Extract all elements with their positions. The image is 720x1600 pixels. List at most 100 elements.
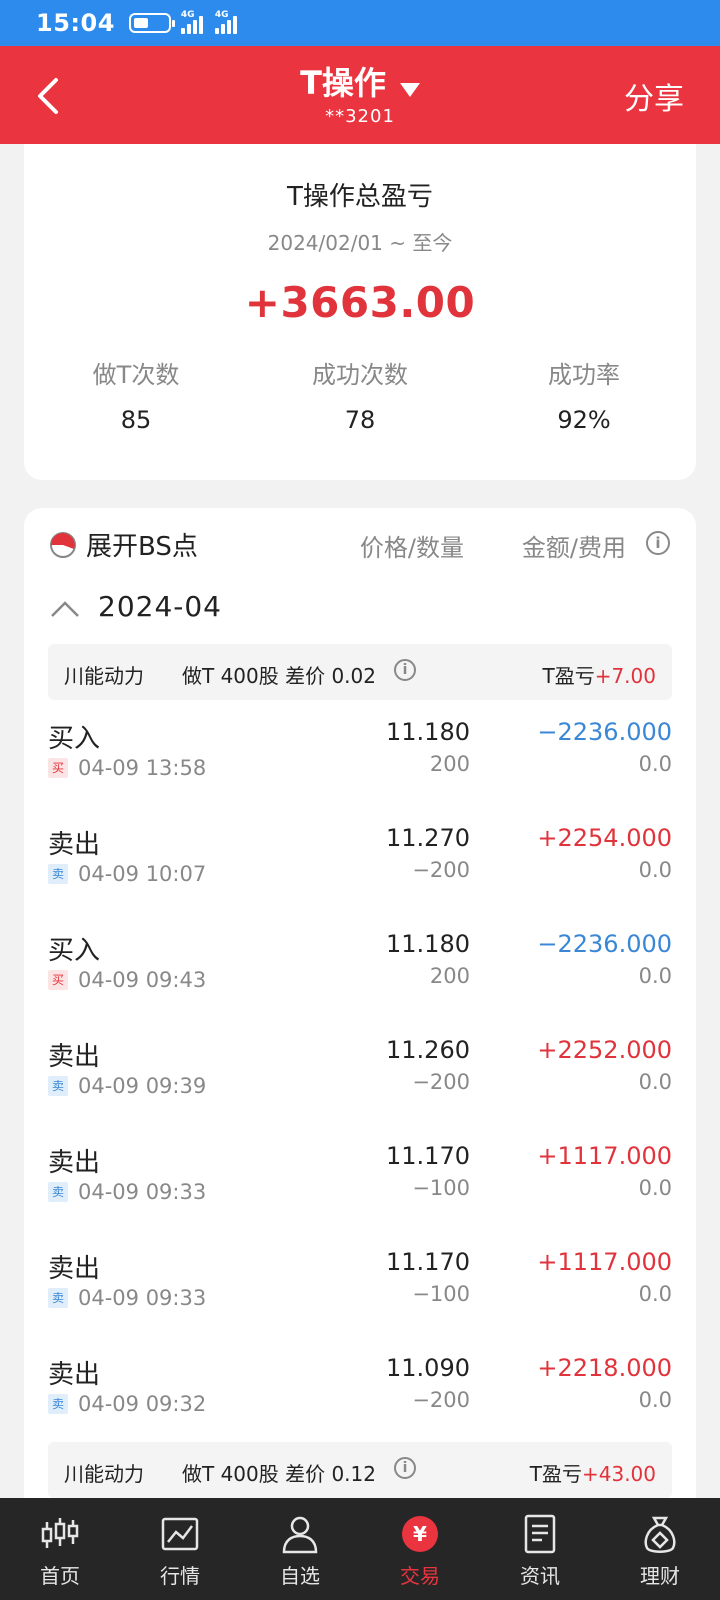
nav-label: 资讯: [520, 1564, 560, 1588]
trade-row[interactable]: 买入买 04-09 09:43 11.180 200 −2236.000 0.0: [24, 912, 696, 1018]
column-amount-fee: 金额/费用: [521, 534, 626, 562]
status-time: 15:04: [36, 9, 115, 37]
trade-action: 买入: [48, 936, 101, 966]
summary-title: T操作总盈亏: [287, 182, 433, 212]
column-price-qty: 价格/数量: [359, 534, 464, 562]
signal-icon-2: 4G: [214, 10, 239, 34]
trade-row[interactable]: 买入买 04-09 13:58 11.180 200 −2236.000 0.0: [24, 700, 696, 806]
trade-action: 卖出: [48, 1360, 101, 1390]
stat-label: 成功率: [548, 361, 620, 389]
person-icon: [282, 1516, 318, 1554]
nav-news[interactable]: 资讯: [480, 1498, 600, 1600]
stat-success-count: 成功次数 78: [248, 355, 472, 434]
trade-amount: +2252.000: [537, 1036, 672, 1064]
trade-amount: −2236.000: [537, 718, 672, 746]
trade-quantity: −200: [412, 1388, 470, 1412]
sell-badge: 卖: [48, 1394, 68, 1414]
trade-amount: +1117.000: [537, 1142, 672, 1170]
status-bar: 15:04 4G 4G: [0, 0, 720, 46]
yuan-icon: ¥: [402, 1516, 438, 1552]
trade-amount: +2254.000: [537, 824, 672, 852]
trade-fee: 0.0: [638, 964, 672, 988]
month-group-header[interactable]: 2024-04: [24, 578, 696, 644]
t-pnl: T盈亏+43.00: [530, 1458, 656, 1487]
candlestick-icon: [41, 1518, 79, 1548]
chart-icon: [161, 1517, 199, 1551]
expand-bs-toggle[interactable]: 展开BS点: [48, 526, 198, 563]
trade-quantity: −100: [412, 1176, 470, 1200]
stat-label: 做T次数: [92, 361, 180, 389]
trade-time: 04-09 09:32: [78, 1392, 207, 1416]
stat-label: 成功次数: [312, 361, 408, 389]
money-bag-icon: [644, 1516, 676, 1553]
share-button[interactable]: 分享: [624, 74, 684, 118]
nav-market[interactable]: 行情: [120, 1498, 240, 1600]
trade-row[interactable]: 卖出卖 04-09 10:07 11.270 −200 +2254.000 0.0: [24, 806, 696, 912]
trade-fee: 0.0: [638, 752, 672, 776]
trade-detail-card: 展开BS点 价格/数量 金额/费用 i 2024-04 川能动力 做T 400股…: [24, 508, 696, 1508]
info-icon[interactable]: i: [646, 531, 670, 555]
stat-value: 92%: [557, 406, 611, 434]
total-pnl: +3663.00: [244, 278, 476, 327]
stat-success-rate: 成功率 92%: [472, 355, 696, 434]
trade-price: 11.260: [386, 1036, 470, 1064]
trade-price: 11.180: [386, 718, 470, 746]
trade-row[interactable]: 卖出卖 04-09 09:33 11.170 −100 +1117.000 0.0: [24, 1230, 696, 1336]
t-pnl-value: +43.00: [581, 1462, 656, 1486]
trade-row[interactable]: 卖出卖 04-09 09:32 11.090 −200 +2218.000 0.0: [24, 1336, 696, 1442]
sell-badge: 卖: [48, 864, 68, 884]
trade-time: 04-09 09:33: [78, 1180, 207, 1204]
account-number: **3201: [325, 106, 395, 127]
network-type-1: 4G: [180, 10, 195, 20]
stock-name: 川能动力: [64, 664, 144, 688]
trade-fee: 0.0: [638, 1176, 672, 1200]
stock-name: 川能动力: [64, 1462, 144, 1486]
stat-value: 85: [120, 406, 152, 434]
trade-amount: +1117.000: [537, 1248, 672, 1276]
nav-wealth[interactable]: 理财: [600, 1498, 720, 1600]
t-pnl-label: T盈亏: [542, 664, 595, 688]
trade-time: 04-09 10:07: [78, 862, 207, 886]
sell-badge: 卖: [48, 1288, 68, 1308]
trade-action: 卖出: [48, 830, 101, 860]
trade-price: 11.090: [386, 1354, 470, 1382]
trade-price: 11.270: [386, 824, 470, 852]
column-header: 展开BS点 价格/数量 金额/费用 i: [24, 508, 696, 578]
trade-quantity: −200: [412, 1070, 470, 1094]
caret-down-icon: [399, 82, 420, 97]
t-description: 做T 400股 差价 0.12: [182, 1462, 376, 1486]
trade-fee: 0.0: [638, 1282, 672, 1306]
t-pnl: T盈亏+7.00: [542, 660, 656, 689]
trade-quantity: −200: [412, 858, 470, 882]
trade-time: 04-09 09:39: [78, 1074, 207, 1098]
trade-price: 11.180: [386, 930, 470, 958]
t-pnl-value: +7.00: [594, 664, 656, 688]
trade-row[interactable]: 卖出卖 04-09 09:33 11.170 −100 +1117.000 0.0: [24, 1124, 696, 1230]
page-title: T操作: [300, 64, 386, 102]
trade-time: 04-09 09:43: [78, 968, 207, 992]
signal-icon: 4G: [180, 10, 205, 34]
stock-group-summary: 川能动力 做T 400股 差价 0.02 i T盈亏+7.00: [48, 644, 672, 700]
t-description: 做T 400股 差价 0.02: [182, 664, 376, 688]
svg-text:¥: ¥: [413, 1522, 427, 1546]
expand-bs-label: 展开BS点: [86, 532, 198, 562]
nav-label: 交易: [400, 1564, 440, 1588]
date-range[interactable]: 2024/02/01 ~ 至今: [24, 227, 696, 256]
buy-badge: 买: [48, 758, 68, 778]
trade-time: 04-09 09:33: [78, 1286, 207, 1310]
stat-t-count: 做T次数 85: [24, 355, 248, 434]
trade-row[interactable]: 卖出卖 04-09 09:39 11.260 −200 +2252.000 0.0: [24, 1018, 696, 1124]
nav-home[interactable]: 首页: [0, 1498, 120, 1600]
nav-watchlist[interactable]: 自选: [240, 1498, 360, 1600]
trade-action: 卖出: [48, 1254, 101, 1284]
trade-quantity: 200: [429, 752, 470, 776]
info-icon[interactable]: i: [394, 1457, 416, 1479]
trade-fee: 0.0: [638, 1388, 672, 1412]
nav-label: 理财: [640, 1564, 680, 1588]
stat-value: 78: [344, 406, 376, 434]
nav-trade[interactable]: ¥ 交易: [360, 1498, 480, 1600]
stock-group-summary: 川能动力 做T 400股 差价 0.12 i T盈亏+43.00: [48, 1442, 672, 1498]
title-dropdown[interactable]: T操作 **3201: [0, 58, 720, 127]
month-label: 2024-04: [98, 590, 222, 623]
info-icon[interactable]: i: [394, 659, 416, 681]
